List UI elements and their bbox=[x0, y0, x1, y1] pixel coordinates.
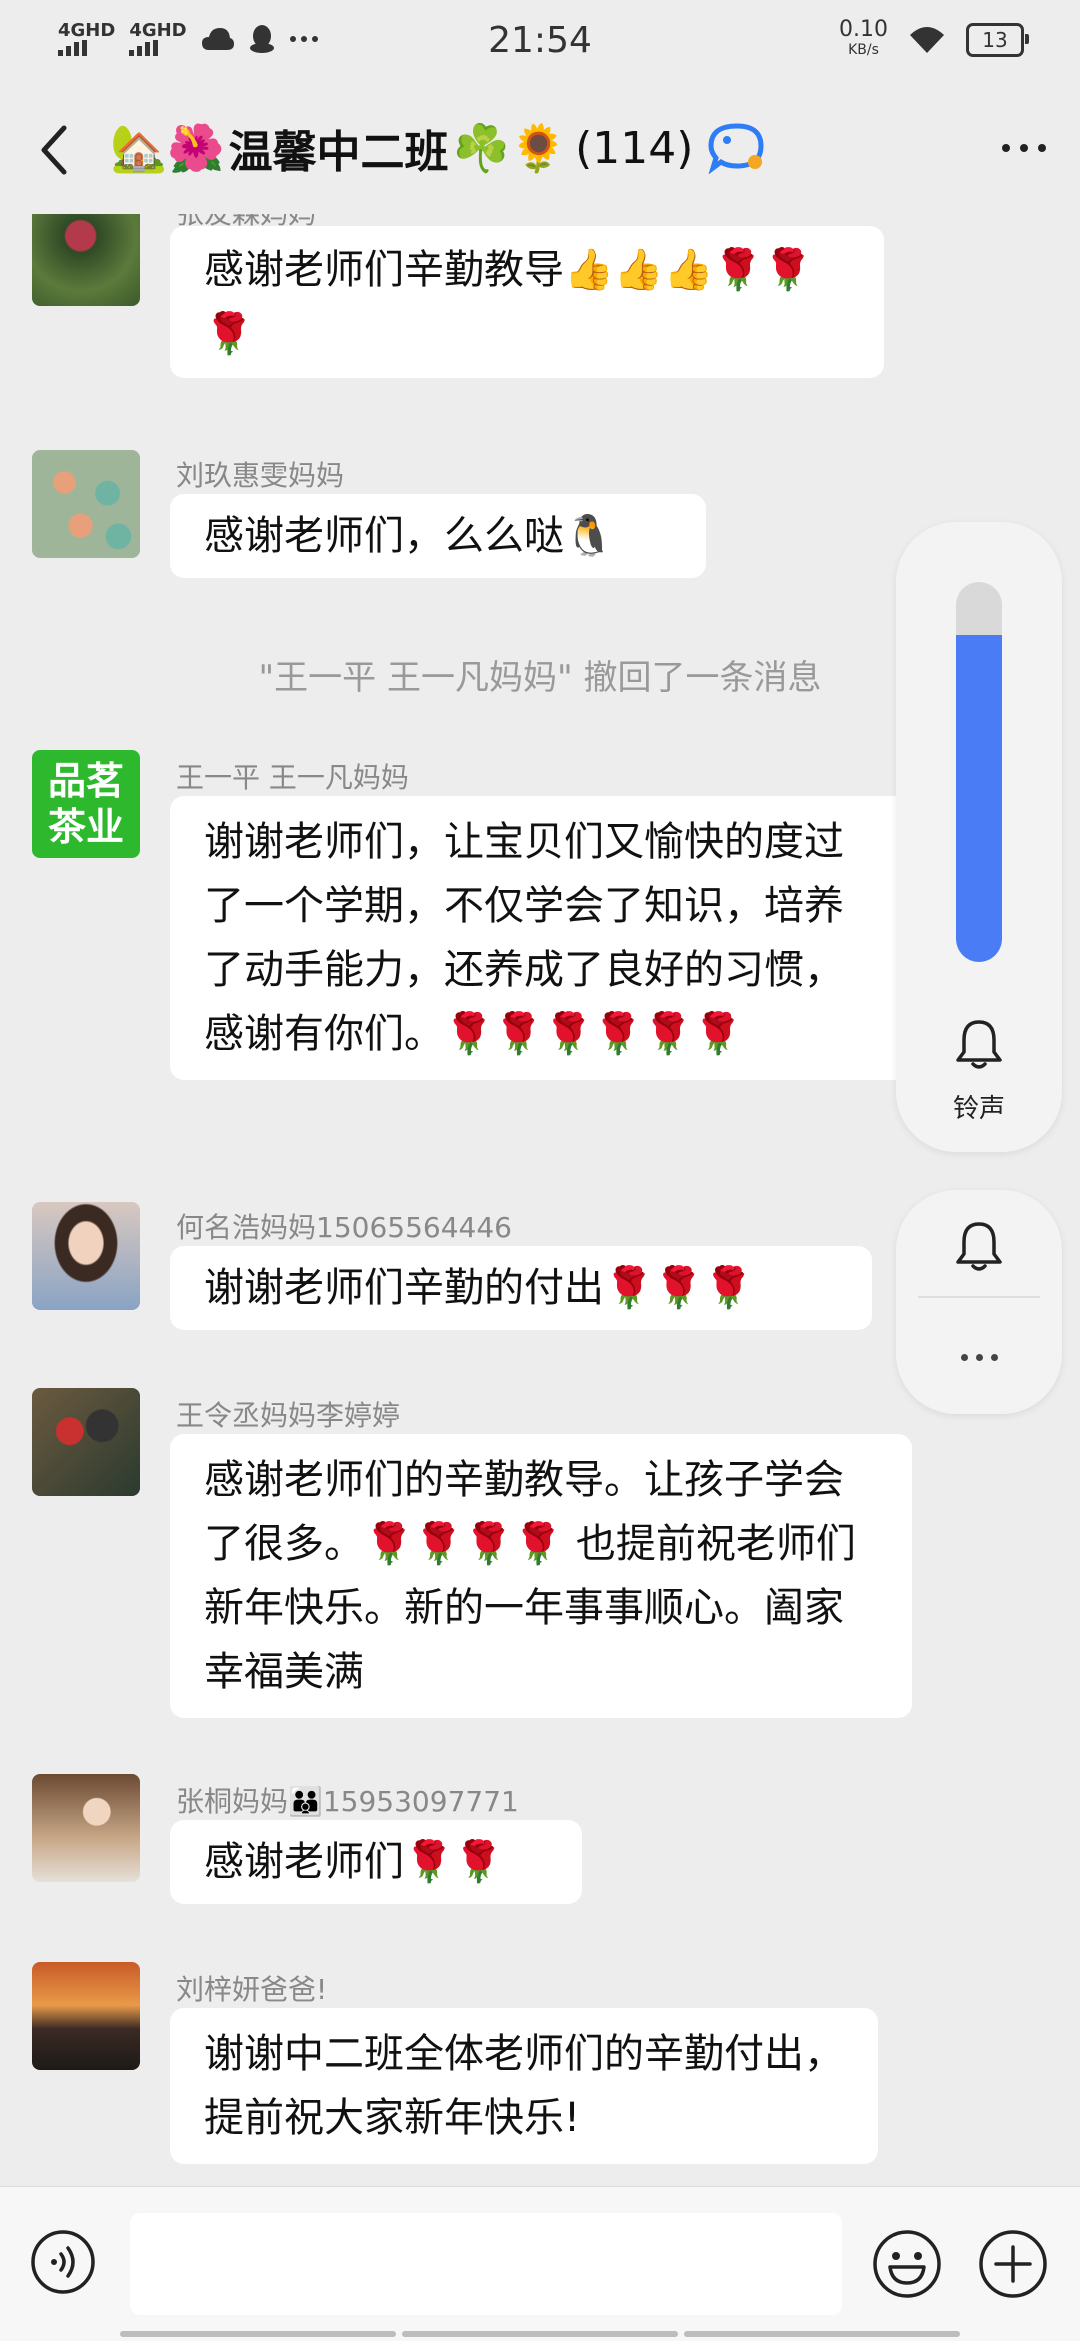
message-bubble[interactable]: 感谢老师们的辛勤教导。让孩子学会了很多。🌹🌹🌹🌹 也提前祝老师们新年快乐。新的一… bbox=[170, 1434, 912, 1718]
message-input[interactable] bbox=[130, 2213, 842, 2315]
message-list[interactable]: 张友森妈妈 感谢老师们辛勤教导👍👍👍🌹🌹🌹 刘玖惠雯妈妈 感谢老师们，么么哒🐧 … bbox=[0, 214, 1080, 2186]
avatar[interactable] bbox=[32, 214, 140, 306]
message-bubble[interactable]: 谢谢老师们辛勤的付出🌹🌹🌹 bbox=[170, 1246, 872, 1330]
volume-slider[interactable] bbox=[956, 582, 1002, 962]
group-name: 温馨中二班 bbox=[228, 127, 449, 178]
plus-icon[interactable] bbox=[978, 2229, 1048, 2299]
volume-level-fill bbox=[956, 635, 1002, 962]
volume-label: 铃声 bbox=[952, 1094, 1005, 1124]
avatar[interactable] bbox=[32, 450, 140, 558]
battery-level: 13 bbox=[982, 28, 1008, 52]
message-bubble[interactable]: 谢谢老师们，让宝贝们又愉快的度过了一个学期，不仅学会了知识，培养了动手能力，还养… bbox=[170, 796, 912, 1080]
member-count: (114) bbox=[575, 122, 694, 174]
sender-name: 王一平 王一凡妈妈 bbox=[176, 761, 409, 794]
back-arrow-icon[interactable] bbox=[34, 122, 74, 178]
avatar-badge-line1: 品茗 bbox=[47, 759, 124, 803]
chat-header: 🏡🌺 温馨中二班 ☘️🌻 (114) bbox=[0, 86, 1080, 214]
avatar[interactable] bbox=[32, 1962, 140, 2070]
gesture-bar bbox=[120, 2331, 960, 2337]
input-bar bbox=[0, 2186, 1080, 2341]
avatar[interactable] bbox=[32, 1388, 140, 1496]
group-title[interactable]: 🏡🌺 温馨中二班 ☘️🌻 (114) bbox=[110, 116, 769, 180]
sound-options-panel bbox=[896, 1190, 1062, 1414]
title-emoji-prefix: 🏡🌺 bbox=[110, 120, 225, 175]
sender-name: 王令丞妈妈李婷婷 bbox=[176, 1399, 401, 1432]
avatar[interactable] bbox=[32, 1774, 140, 1882]
speed-unit: KB/s bbox=[848, 42, 879, 58]
avatar[interactable] bbox=[32, 1202, 140, 1310]
more-dots-icon[interactable] bbox=[1002, 144, 1046, 152]
message-bubble[interactable]: 感谢老师们辛勤教导👍👍👍🌹🌹🌹 bbox=[170, 226, 884, 378]
bell-icon[interactable] bbox=[954, 1018, 1004, 1072]
voice-icon[interactable] bbox=[30, 2229, 96, 2295]
status-bar: 4GHD 4GHD 21:54 0.10 KB/s 13 bbox=[0, 0, 1080, 86]
title-emoji-suffix: ☘️🌻 bbox=[452, 120, 568, 175]
wifi-icon bbox=[910, 27, 944, 53]
status-right: 0.10 KB/s 13 bbox=[839, 17, 1029, 60]
message-bubble[interactable]: 感谢老师们🌹🌹 bbox=[170, 1820, 582, 1904]
sender-name: 何名浩妈妈15065564446 bbox=[176, 1211, 512, 1244]
chat-bubble-icon bbox=[708, 123, 764, 174]
message-bubble[interactable]: 感谢老师们，么么哒🐧 bbox=[170, 494, 706, 578]
message-bubble[interactable]: 谢谢中二班全体老师们的辛勤付出，提前祝大家新年快乐! bbox=[170, 2008, 878, 2164]
sender-name: 刘玖惠雯妈妈 bbox=[176, 459, 345, 492]
volume-panel: 铃声 bbox=[896, 522, 1062, 1152]
speed-value: 0.10 bbox=[839, 17, 888, 42]
emoji-icon[interactable] bbox=[872, 2229, 942, 2299]
divider bbox=[918, 1296, 1040, 1298]
sender-name: 张桐妈妈👪15953097771 bbox=[176, 1785, 519, 1818]
battery-icon: 13 bbox=[966, 23, 1029, 57]
avatar-badge-line2: 茶业 bbox=[47, 805, 124, 849]
more-dots-icon[interactable] bbox=[896, 1354, 1062, 1361]
bell-icon[interactable] bbox=[954, 1220, 1004, 1274]
avatar[interactable]: 品茗 茶业 bbox=[32, 750, 140, 858]
sender-name: 刘梓妍爸爸! bbox=[176, 1973, 328, 2006]
network-speed: 0.10 KB/s bbox=[839, 17, 888, 60]
